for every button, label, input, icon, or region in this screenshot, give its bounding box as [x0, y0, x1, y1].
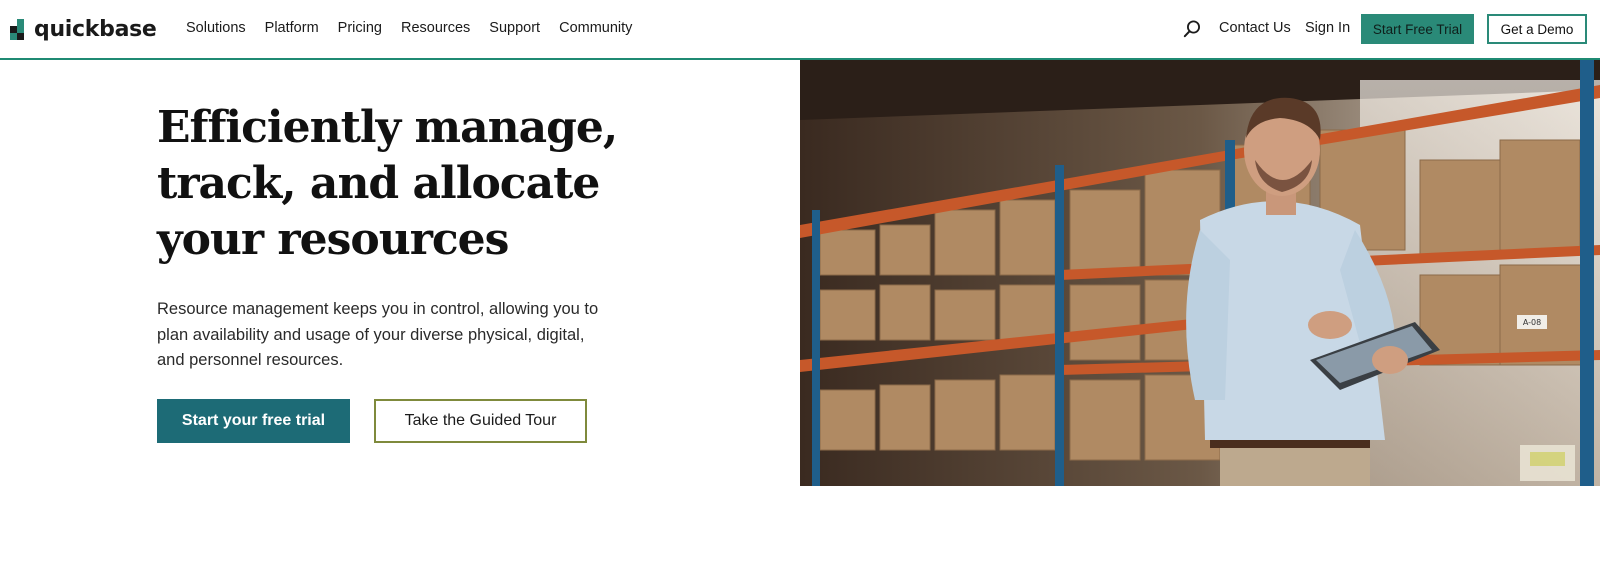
warehouse-worker-with-tablet-photo: A-08 [800, 60, 1600, 486]
sign-in-link[interactable]: Sign In [1305, 20, 1350, 36]
shelf-label: A-08 [1523, 318, 1541, 327]
get-a-demo-button[interactable]: Get a Demo [1487, 14, 1587, 44]
quickbase-logo[interactable]: quickbase [10, 17, 157, 42]
nav-item-resources[interactable]: Resources [401, 20, 470, 36]
start-free-trial-button[interactable]: Start Free Trial [1361, 14, 1474, 44]
nav-item-pricing[interactable]: Pricing [338, 20, 382, 36]
take-guided-tour-button[interactable]: Take the Guided Tour [374, 399, 587, 443]
nav-item-community[interactable]: Community [559, 20, 632, 36]
hero-title-line: your resources [157, 214, 509, 265]
start-your-free-trial-button[interactable]: Start your free trial [157, 399, 350, 443]
hero-title-line: track, and allocate [157, 158, 600, 209]
nav-item-solutions[interactable]: Solutions [186, 20, 246, 36]
logo-wordmark: quickbase [34, 17, 157, 42]
logo-mark-icon [10, 18, 30, 41]
hero-description-line: plan availability and usage of your dive… [157, 325, 585, 344]
contact-us-link[interactable]: Contact Us [1219, 20, 1291, 36]
hero-description: Resource management keeps you in control… [157, 297, 637, 374]
hero-description-line: Resource management keeps you in control… [157, 300, 599, 318]
hero-description-line: and personnel resources. [157, 351, 344, 369]
nav-item-support[interactable]: Support [489, 20, 540, 36]
nav-item-platform[interactable]: Platform [265, 20, 319, 36]
main-nav: Solutions Platform Pricing Resources Sup… [186, 20, 651, 36]
site-header: quickbase Solutions Platform Pricing Res… [0, 0, 1600, 60]
hero-title: Efficiently manage, track, and allocate … [157, 100, 717, 268]
search-icon[interactable] [1183, 20, 1201, 38]
hero-title-line: Efficiently manage, [157, 102, 618, 153]
